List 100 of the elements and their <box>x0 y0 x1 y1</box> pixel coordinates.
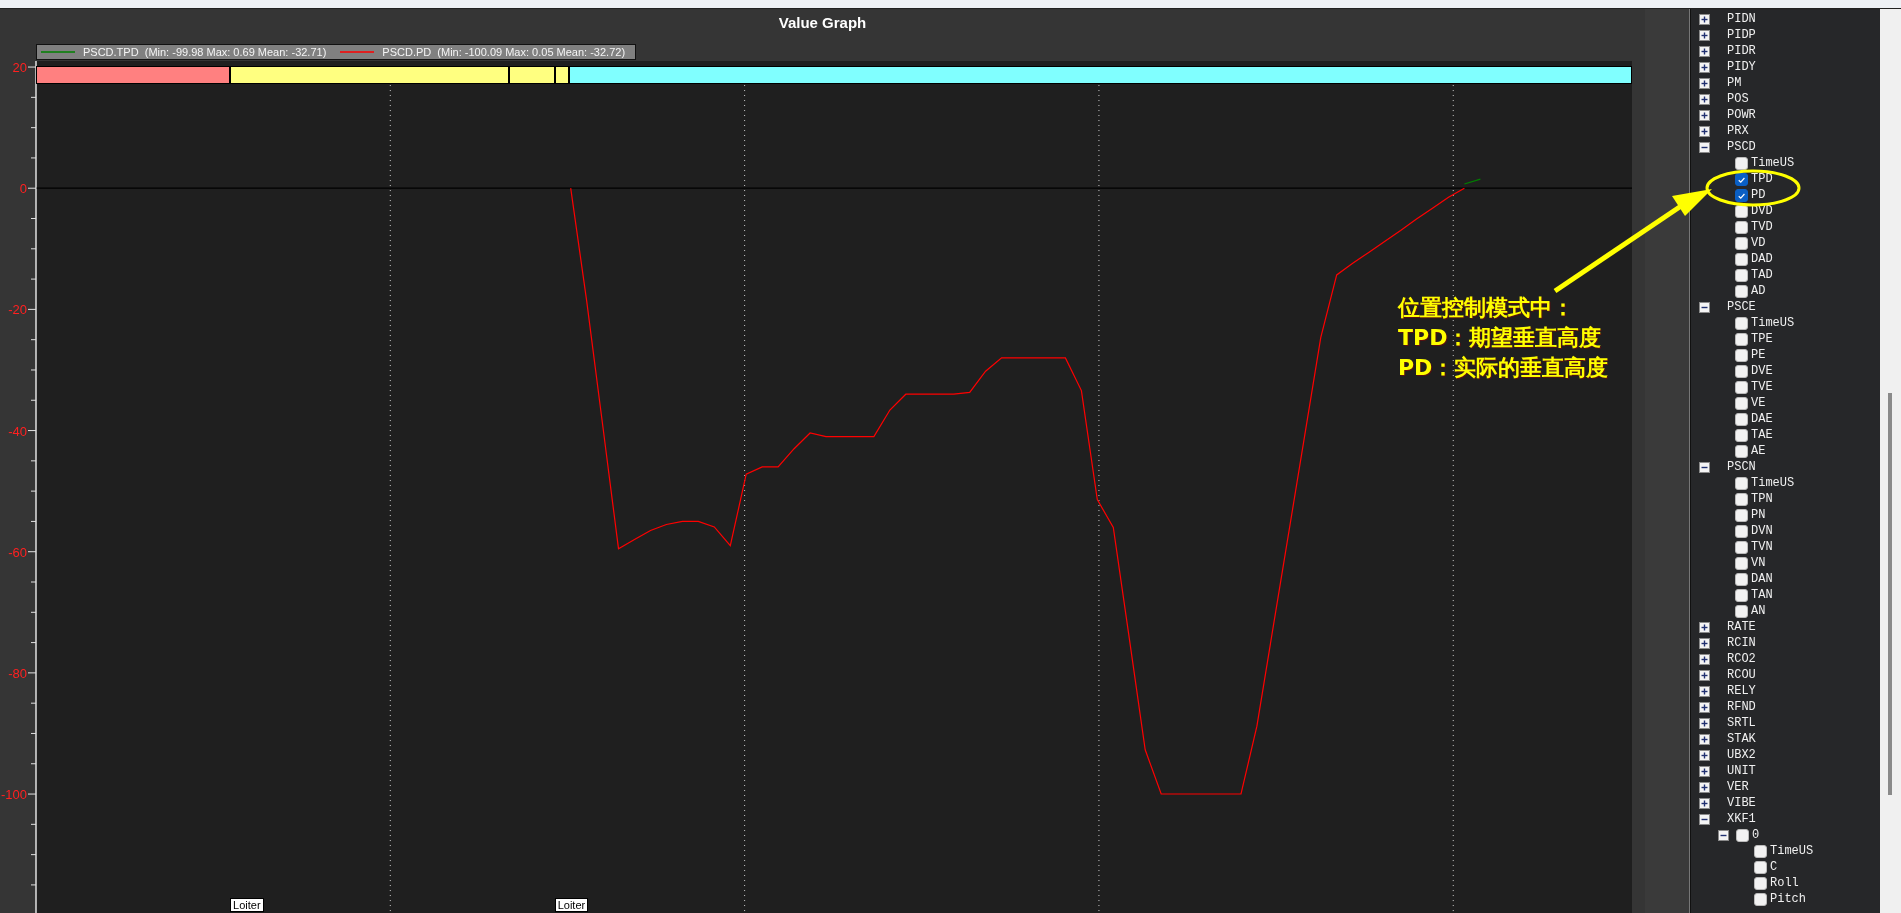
checkbox[interactable] <box>1754 876 1767 890</box>
collapse-icon[interactable] <box>1699 301 1710 313</box>
tree-item-label[interactable]: POWR <box>1727 108 1756 122</box>
tree-item-label[interactable]: SRTL <box>1727 716 1756 730</box>
expand-icon[interactable] <box>1699 797 1710 809</box>
tree-item-label[interactable]: RATE <box>1727 620 1756 634</box>
tree-item-label[interactable]: PSCD <box>1727 140 1756 154</box>
scrollbar-thumb[interactable] <box>1888 393 1892 795</box>
tree-item-label[interactable]: POS <box>1727 92 1749 106</box>
checkbox[interactable] <box>1735 476 1748 490</box>
tree-item-label[interactable]: VE <box>1751 396 1766 410</box>
tree-item-label[interactable]: VIBE <box>1727 796 1756 810</box>
tree-item-label[interactable]: TPE <box>1751 332 1773 346</box>
tree-item-label[interactable]: 0 <box>1752 828 1760 842</box>
checkbox[interactable] <box>1754 860 1767 874</box>
tree-item-label[interactable]: Pitch <box>1770 892 1806 906</box>
tree-item-label[interactable]: PIDP <box>1727 28 1756 42</box>
expand-icon[interactable] <box>1699 653 1710 665</box>
expand-icon[interactable] <box>1699 733 1710 745</box>
expand-icon[interactable] <box>1699 77 1710 89</box>
checkbox[interactable] <box>1735 220 1748 234</box>
expand-icon[interactable] <box>1699 781 1710 793</box>
tree-item-label[interactable]: TimeUS <box>1751 156 1795 170</box>
checkbox[interactable] <box>1735 236 1748 250</box>
tree-item-label[interactable]: TVN <box>1751 540 1773 554</box>
tree-item-label[interactable]: TAN <box>1751 588 1773 602</box>
checkbox[interactable] <box>1735 348 1748 362</box>
expand-icon[interactable] <box>1699 701 1710 713</box>
checkbox[interactable] <box>1735 508 1748 522</box>
checkbox[interactable] <box>1735 412 1748 426</box>
tree-item-label[interactable]: AE <box>1751 444 1766 458</box>
tree-item-label[interactable]: RFND <box>1727 700 1756 714</box>
tree-item-label[interactable]: RCO2 <box>1727 652 1756 666</box>
expand-icon[interactable] <box>1699 749 1710 761</box>
checkbox[interactable] <box>1735 444 1748 458</box>
tree-item-label[interactable]: TimeUS <box>1770 844 1814 858</box>
tree-item-label[interactable]: AN <box>1751 604 1766 618</box>
checkbox[interactable] <box>1735 604 1748 618</box>
tree-item-label[interactable]: PRX <box>1727 124 1749 138</box>
tree-item-label[interactable]: RCIN <box>1727 636 1756 650</box>
tree-item-label[interactable]: DVE <box>1751 364 1773 378</box>
tree-item-label[interactable]: VER <box>1727 780 1749 794</box>
checkbox[interactable] <box>1735 540 1748 554</box>
checkbox[interactable] <box>1735 252 1748 266</box>
tree-item-label[interactable]: PIDN <box>1727 12 1756 26</box>
expand-icon[interactable] <box>1699 637 1710 649</box>
tree-item-label[interactable]: TAE <box>1751 428 1773 442</box>
expand-icon[interactable] <box>1699 61 1710 73</box>
checkbox[interactable] <box>1754 844 1767 858</box>
checkbox[interactable] <box>1735 284 1748 298</box>
tree-item-label[interactable]: TVD <box>1751 220 1773 234</box>
expand-icon[interactable] <box>1699 109 1710 121</box>
checkbox[interactable] <box>1735 316 1748 330</box>
tree-item-label[interactable]: STAK <box>1727 732 1756 746</box>
tree-item-label[interactable]: TimeUS <box>1751 476 1795 490</box>
collapse-icon[interactable] <box>1718 829 1729 841</box>
tree-item-label[interactable]: VN <box>1751 556 1766 570</box>
tree-item-label[interactable]: DAN <box>1751 572 1773 586</box>
checkbox[interactable] <box>1735 524 1748 538</box>
checkbox[interactable] <box>1736 828 1749 842</box>
checkbox[interactable] <box>1735 188 1748 202</box>
tree-item-label[interactable]: RELY <box>1727 684 1756 698</box>
tree-item-label[interactable]: PIDY <box>1727 60 1756 74</box>
tree-item-label[interactable]: TimeUS <box>1751 316 1795 330</box>
tree-item-label[interactable]: PE <box>1751 348 1766 362</box>
expand-icon[interactable] <box>1699 685 1710 697</box>
expand-icon[interactable] <box>1699 45 1710 57</box>
tree-item-label[interactable]: DVN <box>1751 524 1773 538</box>
checkbox[interactable] <box>1735 364 1748 378</box>
expand-icon[interactable] <box>1699 13 1710 25</box>
checkbox[interactable] <box>1735 396 1748 410</box>
scrollbar[interactable] <box>1880 9 1901 913</box>
checkbox[interactable] <box>1735 332 1748 346</box>
tree-item-label[interactable]: PD <box>1751 188 1766 202</box>
tree-item-label[interactable]: PM <box>1727 76 1742 90</box>
tree-item-label[interactable]: UBX2 <box>1727 748 1756 762</box>
expand-icon[interactable] <box>1699 669 1710 681</box>
tree-item-label[interactable]: TPD <box>1751 172 1773 186</box>
expand-icon[interactable] <box>1699 29 1710 41</box>
checkbox[interactable] <box>1735 156 1748 170</box>
tree-item-label[interactable]: DAE <box>1751 412 1773 426</box>
tree-item-label[interactable]: UNIT <box>1727 764 1756 778</box>
tree-item-label[interactable]: RCOU <box>1727 668 1756 682</box>
tree-item-label[interactable]: PN <box>1751 508 1766 522</box>
tree-item-label[interactable]: TVE <box>1751 380 1773 394</box>
checkbox[interactable] <box>1735 268 1748 282</box>
tree-item-label[interactable]: PSCE <box>1727 300 1756 314</box>
checkbox[interactable] <box>1754 892 1767 906</box>
tree-item-label[interactable]: PIDR <box>1727 44 1756 58</box>
expand-icon[interactable] <box>1699 621 1710 633</box>
collapse-icon[interactable] <box>1699 813 1710 825</box>
expand-icon[interactable] <box>1699 93 1710 105</box>
expand-icon[interactable] <box>1699 717 1710 729</box>
checkbox[interactable] <box>1735 588 1748 602</box>
expand-icon[interactable] <box>1699 765 1710 777</box>
checkbox[interactable] <box>1735 428 1748 442</box>
tree-item-label[interactable]: XKF1 <box>1727 812 1756 826</box>
checkbox[interactable] <box>1735 492 1748 506</box>
tree-item-label[interactable]: DAD <box>1751 252 1773 266</box>
collapse-icon[interactable] <box>1699 461 1710 473</box>
